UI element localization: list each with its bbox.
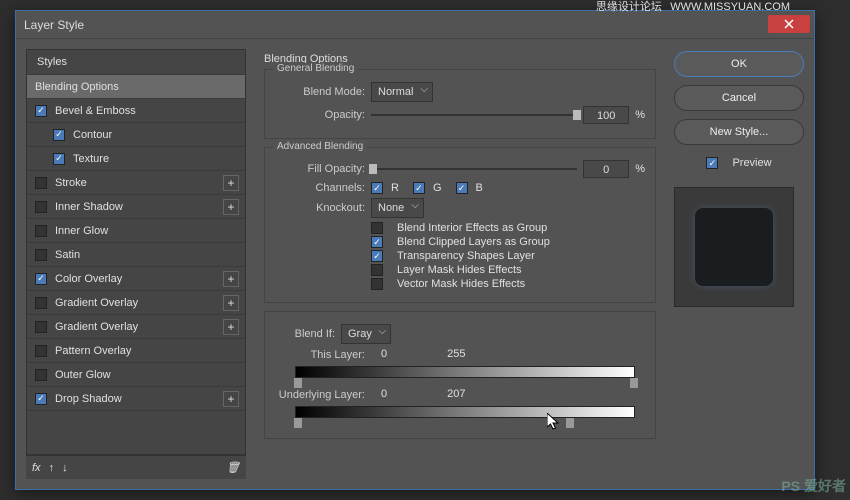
styles-list: Styles Blending OptionsBevel & EmbossCon…	[26, 49, 246, 455]
blend-if-select[interactable]: Gray	[341, 324, 391, 344]
add-effect-icon[interactable]: +	[223, 391, 239, 407]
trash-icon[interactable]: 🗑	[226, 461, 240, 474]
fill-opacity-slider[interactable]	[371, 162, 577, 176]
style-item-stroke[interactable]: Stroke+	[27, 171, 245, 195]
preview-checkbox[interactable]	[706, 157, 718, 169]
style-item-contour[interactable]: Contour	[27, 123, 245, 147]
blend-mode-select[interactable]: Normal	[371, 82, 433, 102]
this-layer-gradient[interactable]	[295, 366, 635, 378]
style-checkbox[interactable]	[35, 249, 47, 261]
titlebar: Layer Style	[16, 11, 814, 39]
advanced-blending-group: Advanced Blending Fill Opacity: 0 % Chan…	[264, 147, 656, 303]
channel-r[interactable]: R	[371, 182, 399, 194]
close-icon	[784, 19, 794, 29]
underlying-label: Underlying Layer:	[275, 389, 365, 401]
style-checkbox[interactable]	[35, 393, 47, 405]
style-item-satin[interactable]: Satin	[27, 243, 245, 267]
layer-style-dialog: Layer Style Styles Blending OptionsBevel…	[15, 10, 815, 490]
style-item-drop-shadow[interactable]: Drop Shadow+	[27, 387, 245, 411]
style-checkbox[interactable]	[35, 273, 47, 285]
style-item-gradient-overlay[interactable]: Gradient Overlay+	[27, 291, 245, 315]
channel-b[interactable]: B	[456, 182, 483, 194]
add-effect-icon[interactable]: +	[223, 319, 239, 335]
style-item-bevel-emboss[interactable]: Bevel & Emboss	[27, 99, 245, 123]
opacity-label: Opacity:	[275, 109, 365, 121]
styles-footer: fx ↑ ↓ 🗑	[26, 455, 246, 479]
arrow-up-icon[interactable]: ↑	[49, 462, 55, 474]
arrow-down-icon[interactable]: ↓	[62, 462, 68, 474]
blend-if-group: Blend If: Gray This Layer: 0255 Underlyi…	[264, 311, 656, 439]
watermark-bottom: PS 爱好者	[781, 476, 846, 496]
option-checkbox[interactable]	[371, 250, 383, 262]
style-item-outer-glow[interactable]: Outer Glow	[27, 363, 245, 387]
watermark-top: 思缘设计论坛 WWW.MISSYUAN.COM	[596, 0, 790, 14]
style-item-inner-shadow[interactable]: Inner Shadow+	[27, 195, 245, 219]
add-effect-icon[interactable]: +	[223, 199, 239, 215]
channels-label: Channels:	[275, 182, 365, 194]
this-layer-label: This Layer:	[275, 349, 365, 361]
style-checkbox[interactable]	[35, 297, 47, 309]
knockout-select[interactable]: None	[371, 198, 424, 218]
fill-opacity-value[interactable]: 0	[583, 160, 629, 178]
add-effect-icon[interactable]: +	[223, 271, 239, 287]
underlying-gradient[interactable]	[295, 406, 635, 418]
options-panel: Blending Options General Blending Blend …	[256, 49, 664, 479]
style-checkbox[interactable]	[35, 225, 47, 237]
style-item-gradient-overlay[interactable]: Gradient Overlay+	[27, 315, 245, 339]
opacity-value[interactable]: 100	[583, 106, 629, 124]
ok-button[interactable]: OK	[674, 51, 804, 77]
style-checkbox[interactable]	[35, 369, 47, 381]
preview-swatch	[695, 208, 773, 286]
close-button[interactable]	[768, 15, 810, 33]
style-checkbox[interactable]	[35, 345, 47, 357]
style-checkbox[interactable]	[35, 177, 47, 189]
option-checkbox[interactable]	[371, 236, 383, 248]
option-checkbox[interactable]	[371, 264, 383, 276]
knockout-label: Knockout:	[275, 202, 365, 214]
option-checkbox[interactable]	[371, 222, 383, 234]
style-item-texture[interactable]: Texture	[27, 147, 245, 171]
cancel-button[interactable]: Cancel	[674, 85, 804, 111]
channel-g[interactable]: G	[413, 182, 442, 194]
fx-menu[interactable]: fx	[32, 462, 41, 474]
preview-label: Preview	[732, 157, 771, 169]
style-checkbox[interactable]	[53, 153, 65, 165]
opacity-slider[interactable]	[371, 108, 577, 122]
style-item-color-overlay[interactable]: Color Overlay+	[27, 267, 245, 291]
option-checkbox[interactable]	[371, 278, 383, 290]
preview-box	[674, 187, 794, 307]
styles-header[interactable]: Styles	[27, 50, 245, 75]
add-effect-icon[interactable]: +	[223, 175, 239, 191]
style-item-pattern-overlay[interactable]: Pattern Overlay	[27, 339, 245, 363]
style-checkbox[interactable]	[35, 321, 47, 333]
style-item-blending-options[interactable]: Blending Options	[27, 75, 245, 99]
add-effect-icon[interactable]: +	[223, 295, 239, 311]
style-checkbox[interactable]	[35, 105, 47, 117]
style-checkbox[interactable]	[53, 129, 65, 141]
dialog-title: Layer Style	[24, 18, 84, 32]
new-style-button[interactable]: New Style...	[674, 119, 804, 145]
style-item-inner-glow[interactable]: Inner Glow	[27, 219, 245, 243]
style-checkbox[interactable]	[35, 201, 47, 213]
general-blending-group: General Blending Blend Mode: Normal Opac…	[264, 69, 656, 139]
fill-opacity-label: Fill Opacity:	[275, 163, 365, 175]
blend-if-label: Blend If:	[275, 328, 335, 340]
blend-mode-label: Blend Mode:	[275, 86, 365, 98]
